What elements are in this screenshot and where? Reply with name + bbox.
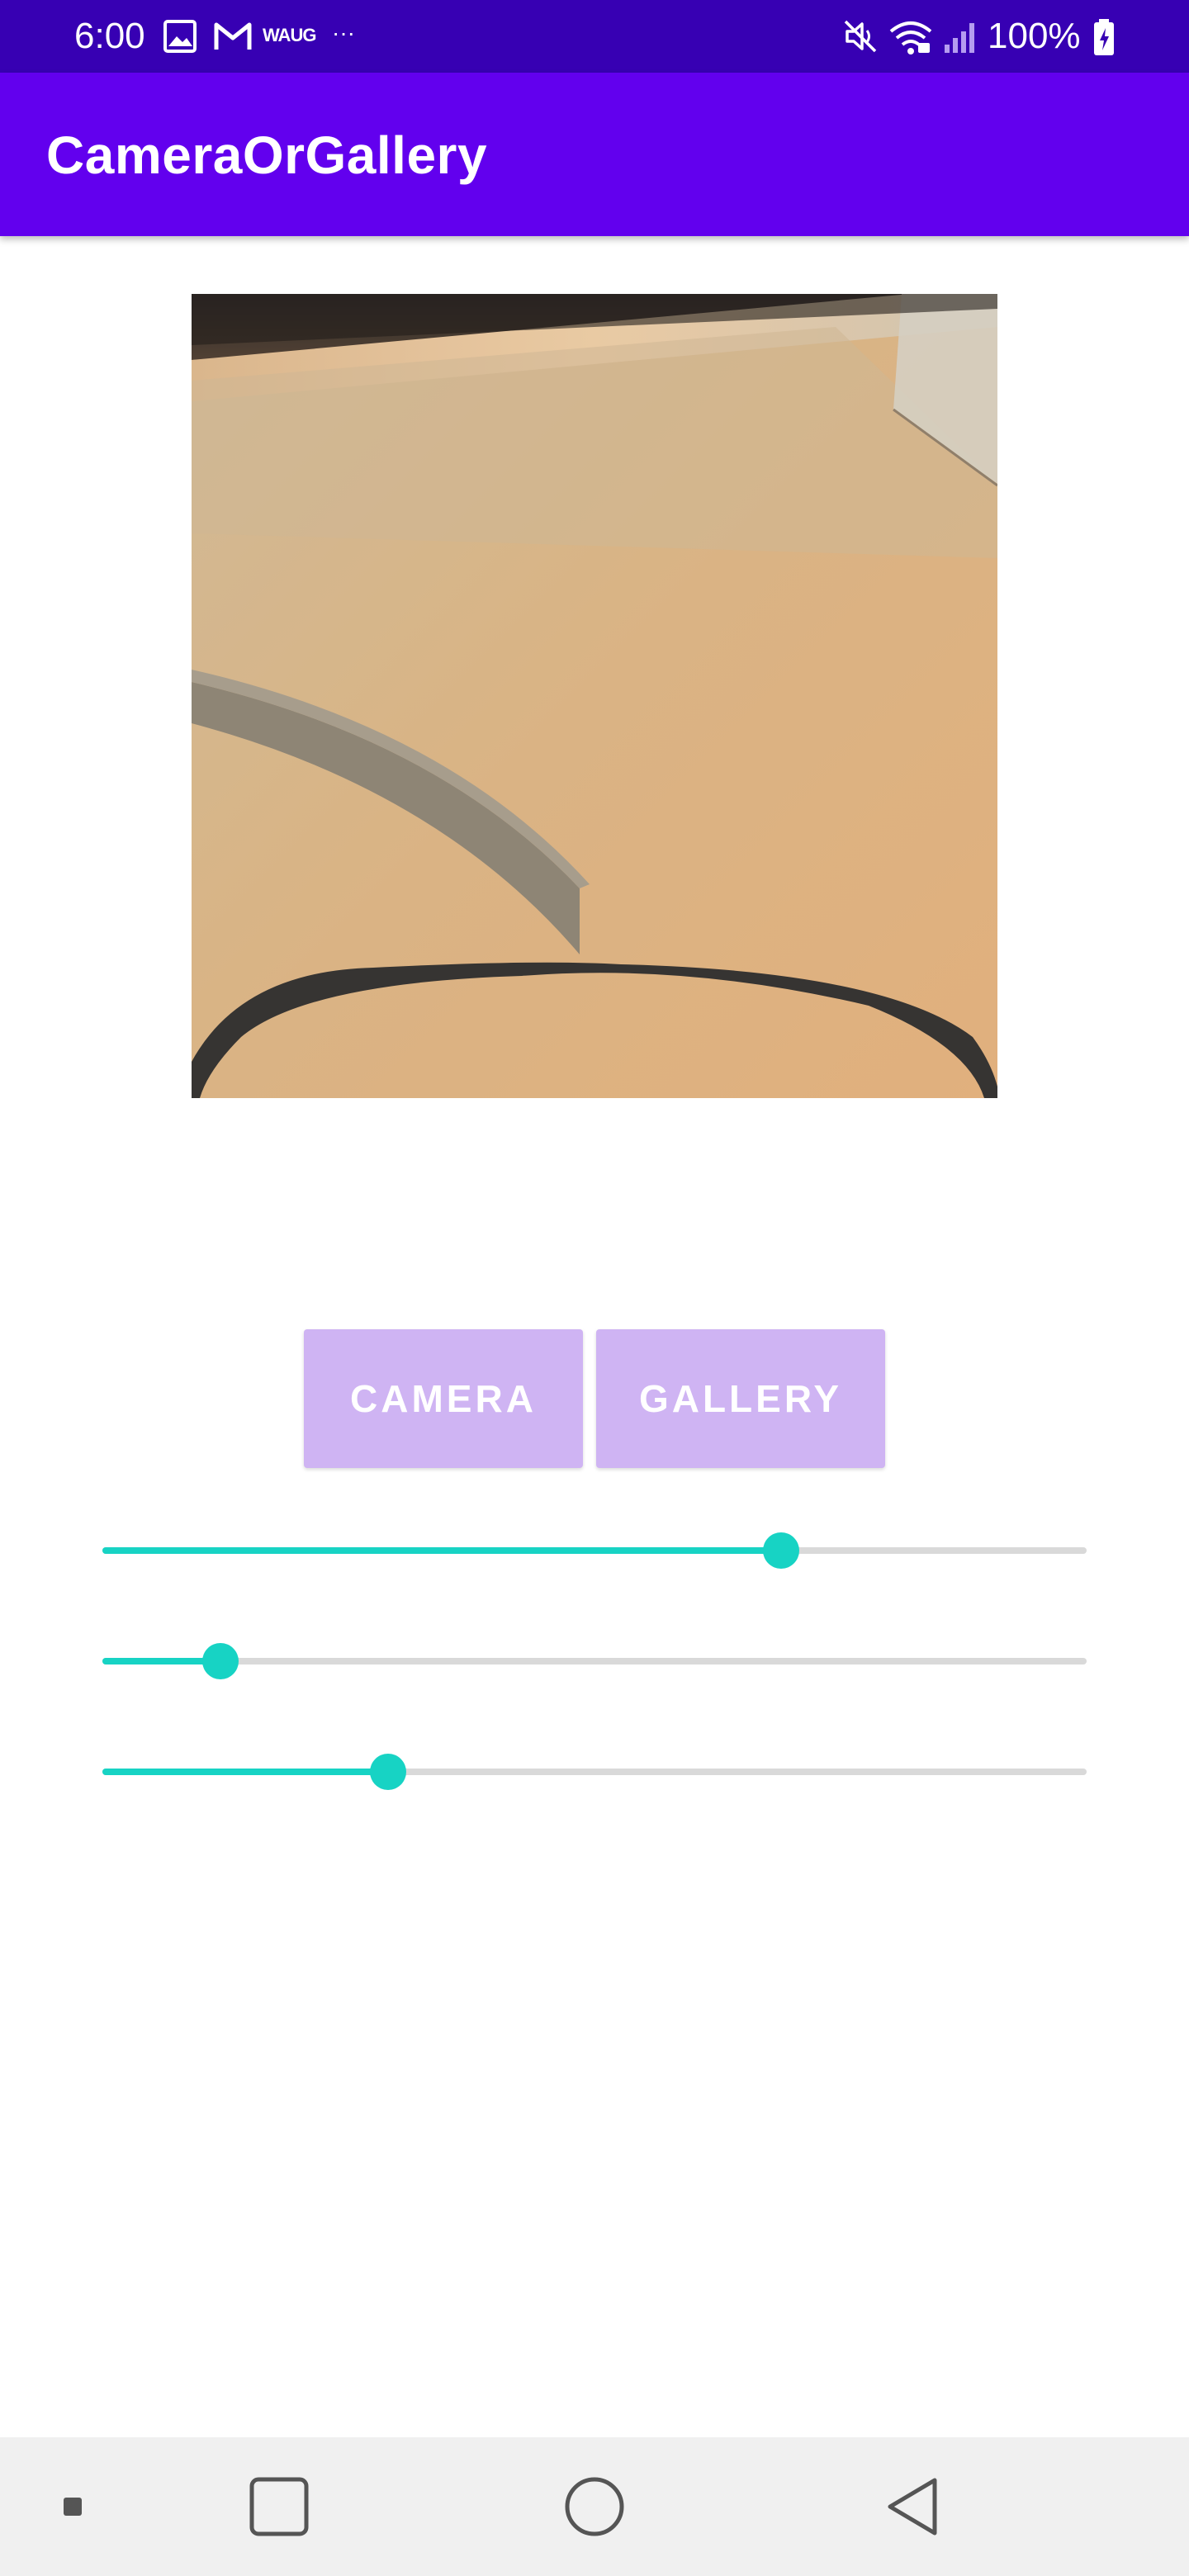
image-icon [163, 20, 197, 53]
navigation-bar [0, 2437, 1189, 2576]
slider-track [102, 1658, 1087, 1664]
slider-fill [102, 1547, 782, 1554]
mute-icon [844, 20, 877, 53]
gmail-icon [214, 22, 252, 50]
battery-percentage: 100% [988, 16, 1081, 56]
more-notifications-indicator: ··· [332, 20, 355, 45]
recent-dot-icon[interactable] [63, 2497, 83, 2517]
slider-3[interactable] [102, 1747, 1087, 1797]
slider-1[interactable] [102, 1526, 1087, 1575]
home-circle-icon[interactable] [565, 2477, 624, 2536]
slider-thumb[interactable] [202, 1643, 239, 1679]
signal-icon [945, 23, 974, 53]
overview-square-icon[interactable] [249, 2477, 309, 2536]
slider-thumb[interactable] [763, 1532, 800, 1569]
battery-charging-icon [1094, 19, 1114, 55]
selected-photo [192, 294, 997, 1098]
wifi-icon [889, 21, 932, 54]
gallery-button[interactable]: GALLERY [596, 1329, 885, 1468]
slider-thumb[interactable] [369, 1754, 406, 1790]
notification-label: WAUG [263, 25, 316, 45]
slider-2[interactable] [102, 1636, 1087, 1686]
camera-button[interactable]: CAMERA [304, 1329, 583, 1468]
slider-fill [102, 1769, 388, 1775]
app-title: CameraOrGallery [46, 125, 488, 185]
status-bar: 6:00 WAUG ··· 100% [0, 0, 1189, 73]
status-time: 6:00 [74, 16, 145, 56]
back-triangle-icon[interactable] [885, 2477, 940, 2536]
app-bar: CameraOrGallery [0, 73, 1189, 236]
